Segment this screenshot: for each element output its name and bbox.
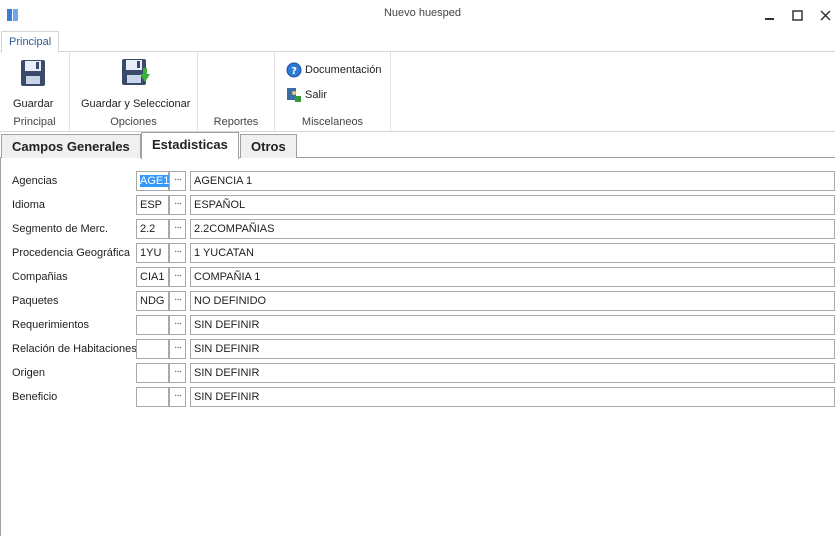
code-input[interactable] bbox=[136, 339, 169, 359]
description-input[interactable]: 1 YUCATAN bbox=[190, 243, 835, 263]
lookup-button[interactable]: ··· bbox=[169, 363, 186, 383]
description-input[interactable]: SIN DEFINIR bbox=[190, 315, 835, 335]
description-input[interactable]: ESPAÑOL bbox=[190, 195, 835, 215]
window-title: Nuevo huesped bbox=[383, 7, 462, 19]
description-input[interactable]: SIN DEFINIR bbox=[190, 363, 835, 383]
group-label-reportes: Reportes bbox=[213, 116, 259, 128]
tab-estadisticas[interactable]: Estadisticas bbox=[141, 132, 239, 159]
field-row-beneficio: Beneficio ··· SIN DEFINIR bbox=[0, 387, 835, 407]
field-row-paquetes: Paquetes NDG ··· NO DEFINIDO bbox=[0, 291, 835, 311]
exit-icon bbox=[287, 88, 301, 102]
field-row-origen: Origen ··· SIN DEFINIR bbox=[0, 363, 835, 383]
field-row-procedencia: Procedencia Geográfica 1YU ··· 1 YUCATAN bbox=[0, 243, 835, 263]
code-input[interactable]: CIA1 bbox=[136, 267, 169, 287]
ribbon-group-reportes: Reportes bbox=[198, 52, 275, 131]
field-label: Segmento de Merc. bbox=[12, 223, 108, 235]
lookup-button[interactable]: ··· bbox=[169, 291, 186, 311]
group-label-miscelaneos: Miscelaneos bbox=[301, 116, 364, 128]
save-icon bbox=[21, 60, 46, 86]
close-button[interactable] bbox=[814, 5, 835, 25]
field-row-relacion-habitaciones: Relación de Habitaciones ··· SIN DEFINIR bbox=[0, 339, 835, 359]
field-label: Procedencia Geográfica bbox=[12, 247, 131, 259]
description-input[interactable]: SIN DEFINIR bbox=[190, 339, 835, 359]
code-input[interactable] bbox=[136, 387, 169, 407]
description-input[interactable]: SIN DEFINIR bbox=[190, 387, 835, 407]
guardar-seleccionar-label: Guardar y Seleccionar bbox=[81, 98, 191, 110]
group-label-principal: Principal bbox=[13, 116, 56, 128]
documentacion-button[interactable]: ? Documentación bbox=[286, 62, 381, 78]
ribbon-tab-strip: Principal bbox=[0, 30, 835, 53]
minimize-button[interactable] bbox=[758, 5, 780, 25]
field-label: Compañias bbox=[12, 271, 68, 283]
ribbon-tab-principal[interactable]: Principal bbox=[1, 31, 60, 53]
salir-label: Salir bbox=[305, 89, 328, 101]
code-input[interactable] bbox=[136, 315, 169, 335]
field-label: Relación de Habitaciones bbox=[12, 343, 137, 355]
description-input[interactable]: 2.2COMPAÑIAS bbox=[190, 219, 835, 239]
field-label: Origen bbox=[12, 367, 46, 379]
lookup-button[interactable]: ··· bbox=[169, 219, 186, 239]
lookup-button[interactable]: ··· bbox=[169, 315, 186, 335]
code-input[interactable]: 2.2 bbox=[136, 219, 169, 239]
content-tab-strip: Campos Generales Estadisticas Otros bbox=[0, 132, 835, 159]
code-input[interactable]: 1YU bbox=[136, 243, 169, 263]
lookup-button[interactable]: ··· bbox=[169, 195, 186, 215]
code-input[interactable]: AGE1 bbox=[136, 171, 170, 191]
code-input[interactable] bbox=[136, 363, 169, 383]
field-label: Agencias bbox=[12, 175, 58, 187]
ribbon-group-opciones: Guardar y Seleccionar Opciones bbox=[70, 52, 198, 131]
description-input[interactable]: NO DEFINIDO bbox=[190, 291, 835, 311]
field-label: Requerimientos bbox=[12, 319, 90, 331]
maximize-icon bbox=[791, 9, 803, 21]
field-row-idioma: Idioma ESP ··· ESPAÑOL bbox=[0, 195, 835, 215]
field-label: Idioma bbox=[12, 199, 46, 211]
group-label-opciones: Opciones bbox=[110, 116, 157, 128]
code-value: AGE1 bbox=[140, 175, 170, 187]
lookup-button[interactable]: ··· bbox=[169, 267, 186, 287]
title-bar: Nuevo huesped bbox=[0, 0, 835, 30]
salir-button[interactable]: Salir bbox=[286, 87, 327, 103]
documentacion-label: Documentación bbox=[305, 64, 382, 76]
tab-campos-generales[interactable]: Campos Generales bbox=[1, 134, 141, 158]
help-icon: ? bbox=[286, 62, 302, 78]
maximize-button[interactable] bbox=[786, 5, 808, 25]
code-input[interactable]: ESP bbox=[136, 195, 169, 215]
description-input[interactable]: AGENCIA 1 bbox=[190, 171, 835, 191]
ribbon: Guardar Principal Guardar y Seleccionar … bbox=[0, 52, 835, 132]
field-label: Beneficio bbox=[12, 391, 58, 403]
guardar-seleccionar-button[interactable]: Guardar y Seleccionar bbox=[81, 56, 190, 110]
svg-text:?: ? bbox=[291, 66, 297, 77]
close-icon bbox=[819, 9, 831, 21]
lookup-button[interactable]: ··· bbox=[169, 387, 186, 407]
field-label: Paquetes bbox=[12, 295, 59, 307]
field-row-requerimientos: Requerimientos ··· SIN DEFINIR bbox=[0, 315, 835, 335]
field-row-companias: Compañias CIA1 ··· COMPAÑIA 1 bbox=[0, 267, 835, 287]
guardar-label: Guardar bbox=[13, 98, 54, 110]
lookup-button[interactable]: ··· bbox=[169, 243, 186, 263]
field-row-agencias: Agencias AGE1 ··· AGENCIA 1 bbox=[0, 171, 835, 191]
lookup-button[interactable]: ··· bbox=[169, 339, 186, 359]
field-row-segmento: Segmento de Merc. 2.2 ··· 2.2COMPAÑIAS bbox=[0, 219, 835, 239]
save-select-icon bbox=[121, 59, 150, 85]
code-input[interactable]: NDG bbox=[136, 291, 169, 311]
tab-otros[interactable]: Otros bbox=[240, 134, 297, 158]
lookup-button[interactable]: ··· bbox=[169, 171, 186, 191]
guardar-button[interactable]: Guardar bbox=[13, 56, 53, 110]
minimize-icon bbox=[764, 17, 774, 20]
ribbon-group-principal: Guardar Principal bbox=[0, 52, 70, 131]
description-input[interactable]: COMPAÑIA 1 bbox=[190, 267, 835, 287]
ribbon-group-miscelaneos: ? Documentación Salir Miscelaneos bbox=[275, 52, 391, 131]
